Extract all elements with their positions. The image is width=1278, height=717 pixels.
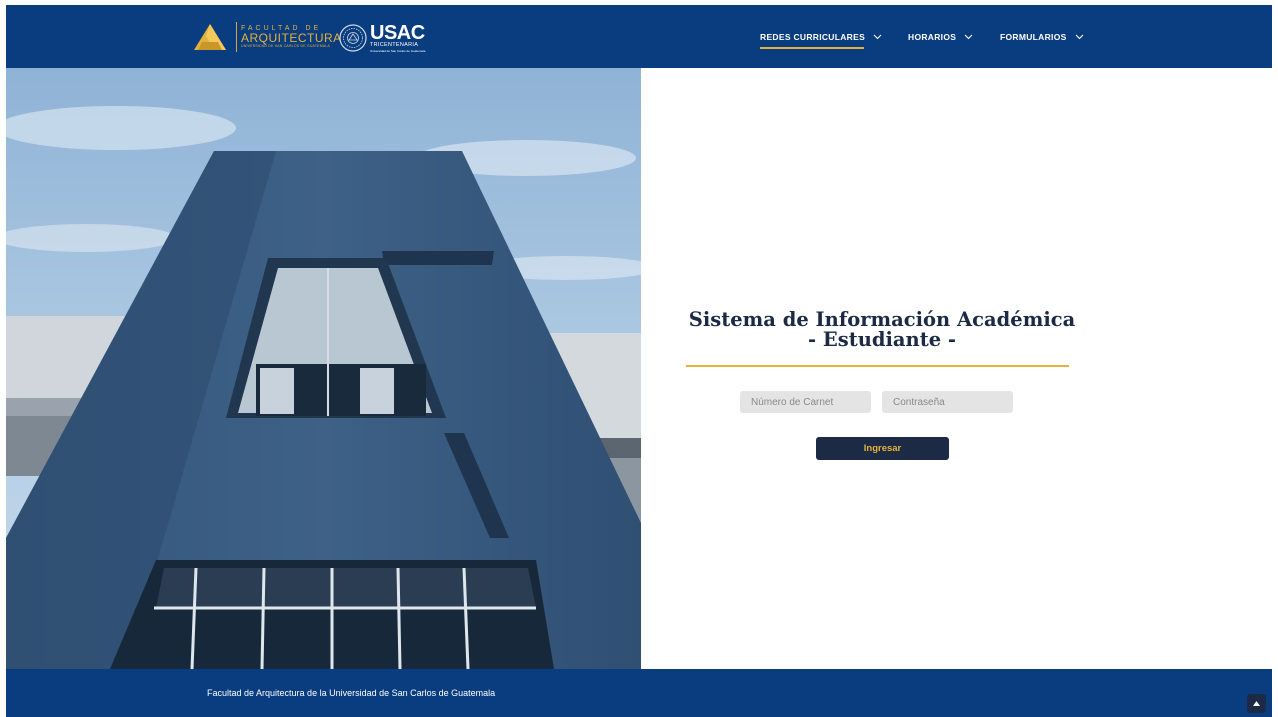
page-title: Sistema de Información Académica - Estud… bbox=[686, 310, 1078, 350]
login-button[interactable]: Ingresar bbox=[816, 437, 949, 460]
chevron-up-icon bbox=[1253, 701, 1260, 706]
usac-logo-line1: USAC bbox=[370, 22, 425, 45]
nav-horarios[interactable]: HORARIOS bbox=[908, 5, 973, 68]
faculty-logo-line2: ARQUITECTURA bbox=[241, 31, 342, 46]
nav-label: FORMULARIOS bbox=[1000, 31, 1067, 42]
password-input[interactable] bbox=[882, 391, 1013, 413]
usac-logo-line3: Universidad de San Carlos de Guatemala bbox=[370, 48, 426, 53]
chevron-down-icon bbox=[873, 34, 882, 39]
nav-label: REDES CURRICULARES bbox=[760, 31, 866, 42]
usac-logo-line2: TRICENTENARIA bbox=[370, 42, 419, 49]
usac-logo[interactable]: USAC TRICENTENARIA Universidad de San Ca… bbox=[339, 21, 425, 55]
footer: Facultad de Arquitectura de la Universid… bbox=[6, 669, 1272, 717]
scroll-to-top-button[interactable] bbox=[1247, 694, 1266, 713]
title-line-2: - Estudiante - bbox=[807, 328, 957, 351]
top-nav-bar: FACULTAD DE ARQUITECTURA UNIVERSIDAD DE … bbox=[6, 5, 1272, 68]
faculty-logo[interactable]: FACULTAD DE ARQUITECTURA UNIVERSIDAD DE … bbox=[192, 19, 342, 55]
nav-formularios[interactable]: FORMULARIOS bbox=[1000, 5, 1084, 68]
nav-redes-curriculares[interactable]: REDES CURRICULARES bbox=[760, 5, 882, 68]
carnet-input[interactable] bbox=[740, 391, 871, 413]
hero-building-image bbox=[6, 68, 641, 669]
chevron-down-icon bbox=[1075, 34, 1083, 39]
faculty-logo-icon bbox=[194, 24, 226, 50]
page: FACULTAD DE ARQUITECTURA UNIVERSIDAD DE … bbox=[6, 5, 1272, 717]
nav-item-redes-curriculares[interactable]: REDES CURRICULARES bbox=[760, 31, 882, 49]
footer-text: Facultad de Arquitectura de la Universid… bbox=[207, 688, 496, 698]
nav-label: HORARIOS bbox=[908, 31, 957, 42]
usac-seal-icon bbox=[339, 24, 367, 52]
logo-divider bbox=[236, 22, 237, 52]
nav-item-horarios[interactable]: HORARIOS bbox=[908, 32, 973, 42]
chevron-down-icon bbox=[964, 34, 973, 39]
nav-item-formularios[interactable]: FORMULARIOS bbox=[1000, 32, 1084, 42]
building-illustration bbox=[6, 68, 641, 669]
title-underline bbox=[686, 365, 1069, 367]
faculty-logo-line3: UNIVERSIDAD DE SAN CARLOS DE GUATEMALA bbox=[241, 44, 331, 49]
